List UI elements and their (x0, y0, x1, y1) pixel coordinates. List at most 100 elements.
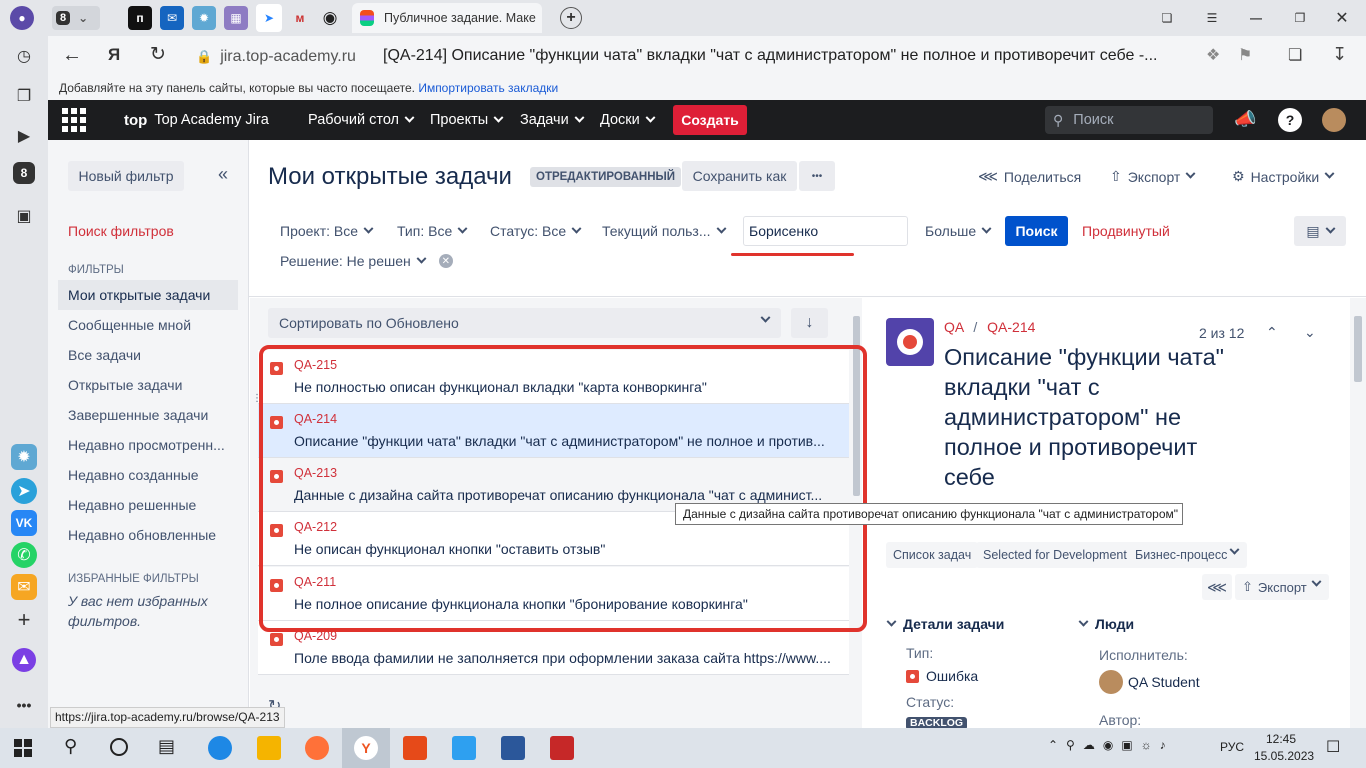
details-section-toggle[interactable]: Детали задачи (886, 616, 1004, 632)
profile-icon[interactable]: ● (10, 6, 34, 30)
selected-for-dev-button[interactable]: Selected for Development (976, 542, 1134, 568)
user-avatar[interactable] (1322, 108, 1346, 132)
advanced-link[interactable]: Продвинутый (1082, 223, 1170, 239)
bookmark-icon[interactable]: ⚑ (1238, 45, 1252, 65)
nav-issues[interactable]: Задачи (520, 100, 585, 140)
alice-icon[interactable]: ▲ (12, 648, 36, 672)
clock[interactable]: 12:45 15.05.2023 (1254, 731, 1314, 765)
filter-item[interactable]: Недавно созданные (58, 460, 238, 490)
breadcrumb-project[interactable]: QA (944, 319, 963, 335)
extensions-icon[interactable]: ❖ (1206, 45, 1220, 65)
assignee-value[interactable]: QA Student (1099, 670, 1200, 694)
minimize-icon[interactable]: — (1244, 6, 1268, 30)
sort-dropdown[interactable]: Сортировать по Обновлено (268, 308, 781, 338)
tab-icon-p[interactable]: п (128, 6, 152, 30)
filter-item[interactable]: Недавно решенные (58, 490, 238, 520)
filter-item[interactable]: Мои открытые задачи (58, 280, 238, 310)
more-apps-icon[interactable]: ••• (10, 691, 38, 719)
task-view-icon[interactable]: ▤ (158, 736, 175, 757)
share-issue-button[interactable]: ⋘ (1202, 574, 1232, 600)
close-window-icon[interactable]: ✕ (1330, 6, 1354, 30)
scrollbar-thumb[interactable] (1354, 316, 1362, 382)
files-icon[interactable] (452, 736, 476, 760)
search-filters-link[interactable]: Поиск фильтров (68, 223, 174, 239)
resize-handle-icon[interactable]: ⋮ (252, 394, 262, 404)
office-icon[interactable] (403, 736, 427, 760)
copy-icon[interactable]: ❏ (1288, 45, 1302, 65)
create-button[interactable]: Создать (673, 105, 747, 135)
add-app-icon[interactable]: + (10, 606, 38, 634)
tab-icon-jira[interactable]: ➤ (256, 4, 282, 32)
filter-item[interactable]: Недавно обновленные (58, 520, 238, 550)
app-switcher-icon[interactable] (62, 108, 88, 132)
filter-item[interactable]: Все задачи (58, 340, 238, 370)
cortana-icon[interactable] (110, 738, 128, 756)
new-tab-icon[interactable]: + (560, 7, 582, 29)
yandex-browser-task[interactable]: Y (342, 728, 390, 768)
export-button[interactable]: ⇧ Экспорт (1110, 168, 1196, 185)
app-icon[interactable]: ✹ (11, 444, 37, 470)
workflow-button[interactable]: Бизнес-процесс (1128, 542, 1247, 568)
tab-icon-app[interactable]: ▦ (224, 6, 248, 30)
detail-scrollbar[interactable] (1350, 298, 1366, 728)
save-as-button[interactable]: Сохранить как (682, 161, 797, 191)
edge-icon[interactable] (208, 736, 232, 760)
back-icon[interactable]: ← (62, 44, 82, 67)
pdf-icon[interactable] (550, 736, 574, 760)
export-issue-button[interactable]: ⇧ Экспорт (1235, 574, 1329, 600)
word-icon[interactable] (501, 736, 525, 760)
download-icon[interactable]: ↧ (1332, 44, 1347, 65)
jira-logo[interactable]: top Top Academy Jira (124, 100, 269, 140)
url-field[interactable]: 🔒 jira.top-academy.ru (186, 42, 366, 72)
more-actions-button[interactable]: ••• (799, 161, 835, 191)
settings-button[interactable]: ⚙ Настройки (1232, 168, 1335, 185)
tab-icon-m[interactable]: ᴍ (288, 6, 312, 30)
help-icon[interactable]: ? (1278, 108, 1302, 132)
more-criteria[interactable]: Больше (925, 223, 992, 239)
history-icon[interactable]: ◷ (10, 42, 38, 70)
tab-group-button[interactable]: 8 ⌄ (52, 6, 100, 30)
collapse-icon[interactable]: « (218, 164, 228, 185)
next-issue-icon[interactable]: ⌄ (1304, 324, 1316, 341)
status-criteria[interactable]: Статус: Все (490, 223, 582, 239)
filter-item[interactable]: Недавно просмотренн... (58, 430, 238, 460)
filter-item[interactable]: Сообщенные мной (58, 310, 238, 340)
tray-icons[interactable]: ⌃⚲☁◉▣☼♪ (1048, 738, 1174, 752)
yandex-icon[interactable]: Я (108, 45, 120, 65)
tab-icon-mail[interactable]: ✉ (160, 6, 184, 30)
video-icon[interactable]: ▶ (10, 122, 38, 150)
clear-icon[interactable]: ✕ (438, 254, 453, 268)
search-button[interactable]: Поиск (1005, 216, 1068, 246)
collections-icon[interactable]: ❏ (1155, 6, 1179, 30)
project-criteria[interactable]: Проект: Все (280, 223, 374, 239)
github-icon[interactable]: ◉ (318, 6, 342, 30)
reload-icon[interactable]: ↻ (150, 43, 166, 66)
people-section-toggle[interactable]: Люди (1078, 616, 1134, 632)
screenshot-icon[interactable]: ▣ (10, 202, 38, 230)
jira-search-input[interactable]: ⚲ Поиск (1045, 106, 1213, 134)
filter-item[interactable]: Завершенные задачи (58, 400, 238, 430)
sort-direction-button[interactable]: ↓ (791, 308, 828, 338)
backlog-button[interactable]: Список задач (886, 542, 979, 568)
menu-icon[interactable]: ☰ (1200, 6, 1224, 30)
notifications-icon[interactable]: 📣 (1234, 109, 1256, 130)
explorer-icon[interactable] (257, 736, 281, 760)
restore-icon[interactable]: ❐ (1288, 6, 1312, 30)
counter-icon[interactable]: 8 (13, 162, 35, 184)
nav-projects[interactable]: Проекты (430, 100, 504, 140)
telegram-icon[interactable]: ➤ (11, 478, 37, 504)
firefox-icon[interactable] (305, 736, 329, 760)
tab-active[interactable]: Публичное задание. Маке (352, 3, 542, 33)
nav-boards[interactable]: Доски (600, 100, 656, 140)
nav-dashboard[interactable]: Рабочий стол (308, 100, 415, 140)
mail-app-icon[interactable]: ✉ (11, 574, 37, 600)
prev-issue-icon[interactable]: ⌃ (1266, 324, 1278, 341)
resolution-criteria[interactable]: Решение: Не решен ✕ (280, 253, 453, 269)
language-indicator[interactable]: РУС (1220, 740, 1244, 754)
layout-switcher[interactable]: ▤ (1294, 216, 1346, 246)
share-button[interactable]: ⋘ Поделиться (978, 168, 1081, 185)
type-criteria[interactable]: Тип: Все (397, 223, 468, 239)
notifications-center-icon[interactable]: ☐ (1326, 737, 1340, 757)
collections-sidebar-icon[interactable]: ❐ (10, 82, 38, 110)
tab-icon-star[interactable]: ✹ (192, 6, 216, 30)
